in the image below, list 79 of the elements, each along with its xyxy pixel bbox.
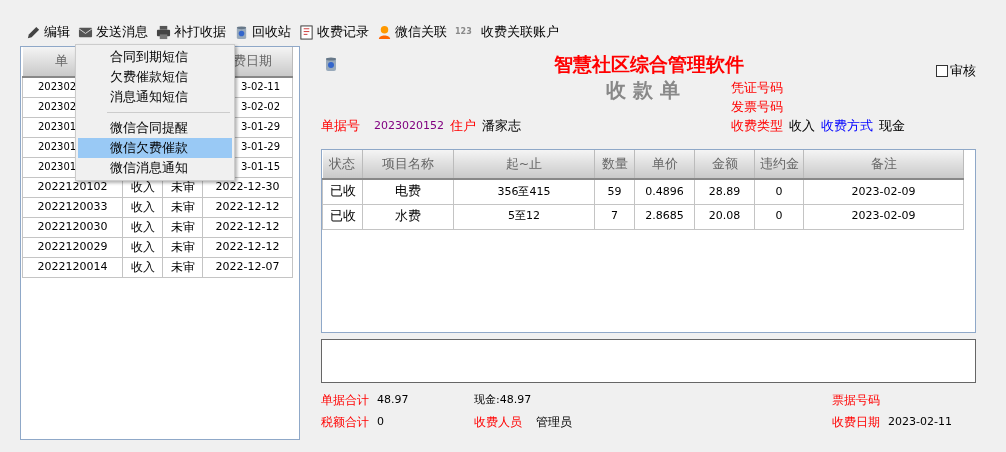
person-icon: [377, 24, 392, 40]
digits-icon: 123: [455, 26, 472, 38]
memo-field[interactable]: [321, 339, 976, 383]
table-cell: 0.4896: [634, 179, 695, 204]
table-cell: 收入: [122, 257, 163, 277]
column-header: 数量: [594, 150, 635, 179]
field-label: 单据号: [321, 117, 360, 135]
field-value: 48.97: [377, 391, 409, 408]
pencil-icon: [26, 24, 41, 40]
field-label: 收费日期: [832, 414, 880, 431]
table-cell: 2022-12-12: [202, 237, 293, 257]
field-label: 收费人员: [474, 414, 522, 431]
table-cell: 2022120033: [22, 197, 123, 217]
table-cell: 59: [594, 179, 635, 204]
toolbar-button[interactable]: 回收站: [234, 22, 291, 42]
table-cell: 收入: [122, 237, 163, 257]
table-cell: 5至12: [453, 204, 595, 229]
table-cell: 2023-02-09: [803, 204, 964, 229]
table-cell: 已收: [322, 204, 363, 229]
table-cell: 20.08: [694, 204, 755, 229]
toolbar-button[interactable]: 发送消息: [78, 22, 148, 42]
field-value: 2023-02-11: [888, 413, 952, 430]
table-cell: 未审: [162, 257, 203, 277]
toolbar-button[interactable]: 收费记录: [299, 22, 369, 42]
field-value: 0: [377, 413, 384, 430]
notebook-icon: [299, 24, 314, 40]
table-cell: 2022-12-12: [202, 217, 293, 237]
column-header: 状态: [322, 150, 363, 179]
table-cell: 未审: [162, 197, 203, 217]
receipt-title: 收 款 单: [605, 78, 681, 102]
field-label: 票据号码: [832, 392, 880, 409]
table-cell: 2022120014: [22, 257, 123, 277]
column-header: 违约金: [754, 150, 804, 179]
table-cell: 2023-02-09: [803, 179, 964, 204]
field-value: 潘家志: [482, 117, 521, 135]
field-label: 住户: [450, 117, 476, 135]
column-header: 备注: [803, 150, 964, 179]
table-cell: 0: [754, 179, 804, 204]
field-label: 收费方式: [821, 117, 873, 135]
table-cell: 电费: [362, 179, 454, 204]
table-cell: 28.89: [694, 179, 755, 204]
field-label: 单据合计: [321, 392, 369, 409]
field-label: 发票号码: [731, 98, 784, 116]
toolbar-button[interactable]: 123 收费关联账户: [455, 22, 559, 42]
software-title: 智慧社区综合管理软件: [553, 52, 744, 76]
toolbar-button[interactable]: 补打收据: [156, 22, 226, 42]
column-header: 金额: [694, 150, 755, 179]
table-cell: 0: [754, 204, 804, 229]
toolbar-button[interactable]: 编辑: [26, 22, 70, 42]
table-cell: 2022-12-12: [202, 197, 293, 217]
field-value: 2023020152: [374, 118, 444, 134]
field-value: 收入: [789, 117, 815, 135]
table-cell: 收入: [122, 217, 163, 237]
menu-item[interactable]: 微信欠费催款: [78, 138, 232, 158]
table-cell: 2022120029: [22, 237, 123, 257]
column-header: 单价: [634, 150, 695, 179]
field-value: 管理员: [536, 414, 572, 431]
table-cell: 7: [594, 204, 635, 229]
column-header: 项目名称: [362, 150, 454, 179]
printer-icon: [156, 24, 171, 40]
table-cell: 2022120030: [22, 217, 123, 237]
field-value: 现金:48.97: [474, 391, 532, 408]
field-label: 凭证号码: [731, 79, 784, 97]
table-cell: 水费: [362, 204, 454, 229]
field-label: 收费类型: [731, 117, 783, 135]
table-cell: 未审: [162, 217, 203, 237]
field-label: 税额合计: [321, 414, 369, 431]
table-cell: 2022-12-07: [202, 257, 293, 277]
table-cell: 356至415: [453, 179, 595, 204]
field-value: 现金: [879, 117, 905, 135]
table-cell: 收入: [122, 197, 163, 217]
audit-checkbox[interactable]: 审核: [936, 62, 976, 81]
bin-icon: [323, 56, 339, 72]
toolbar-button[interactable]: 微信关联: [377, 22, 447, 42]
column-header: 起~止: [453, 150, 595, 179]
table-cell: 2.8685: [634, 204, 695, 229]
bin-icon: [234, 24, 249, 40]
table-cell: 已收: [322, 179, 363, 204]
table-cell: 未审: [162, 237, 203, 257]
